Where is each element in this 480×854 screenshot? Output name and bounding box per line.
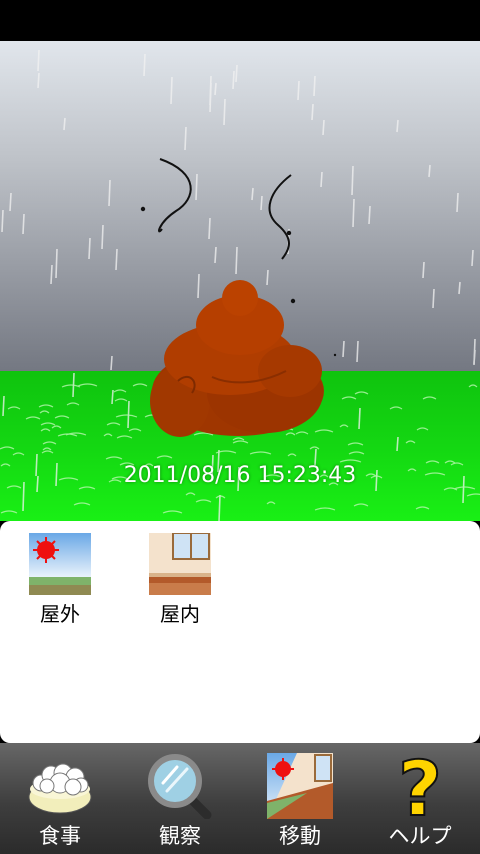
help-button[interactable]: ? ヘルプ bbox=[360, 743, 480, 854]
meal-button[interactable]: 食事 bbox=[0, 743, 120, 854]
location-panel: 屋外 屋内 bbox=[0, 521, 480, 743]
toolbar-label: ヘルプ bbox=[388, 824, 452, 848]
toolbar-label: 観察 bbox=[159, 824, 201, 848]
location-option-label: 屋内 bbox=[160, 602, 200, 626]
question-mark-icon: ? bbox=[397, 753, 443, 819]
toolbar-label: 食事 bbox=[39, 824, 81, 848]
timestamp-label: 2011/08/16 15:23:43 bbox=[123, 463, 357, 488]
move-button[interactable]: 移動 bbox=[240, 743, 360, 854]
bottom-toolbar: 食事 観察 移動 ? ヘルプ bbox=[0, 743, 480, 854]
move-location-icon bbox=[267, 753, 333, 819]
toolbar-label: 移動 bbox=[279, 824, 321, 848]
magnifier-icon bbox=[148, 754, 212, 819]
svg-text:?: ? bbox=[398, 753, 442, 819]
rice-bowl-icon bbox=[28, 763, 92, 814]
location-option-indoor[interactable]: 屋内 bbox=[140, 533, 220, 627]
indoor-room-icon bbox=[149, 533, 211, 595]
observe-button[interactable]: 観察 bbox=[120, 743, 240, 854]
location-option-outdoor[interactable]: 屋外 bbox=[20, 533, 100, 627]
location-option-label: 屋外 bbox=[40, 602, 80, 626]
status-bar bbox=[0, 0, 480, 41]
outdoor-scene-icon bbox=[29, 533, 91, 595]
pet-scene[interactable] bbox=[0, 41, 480, 521]
scene-illustration bbox=[0, 41, 480, 521]
